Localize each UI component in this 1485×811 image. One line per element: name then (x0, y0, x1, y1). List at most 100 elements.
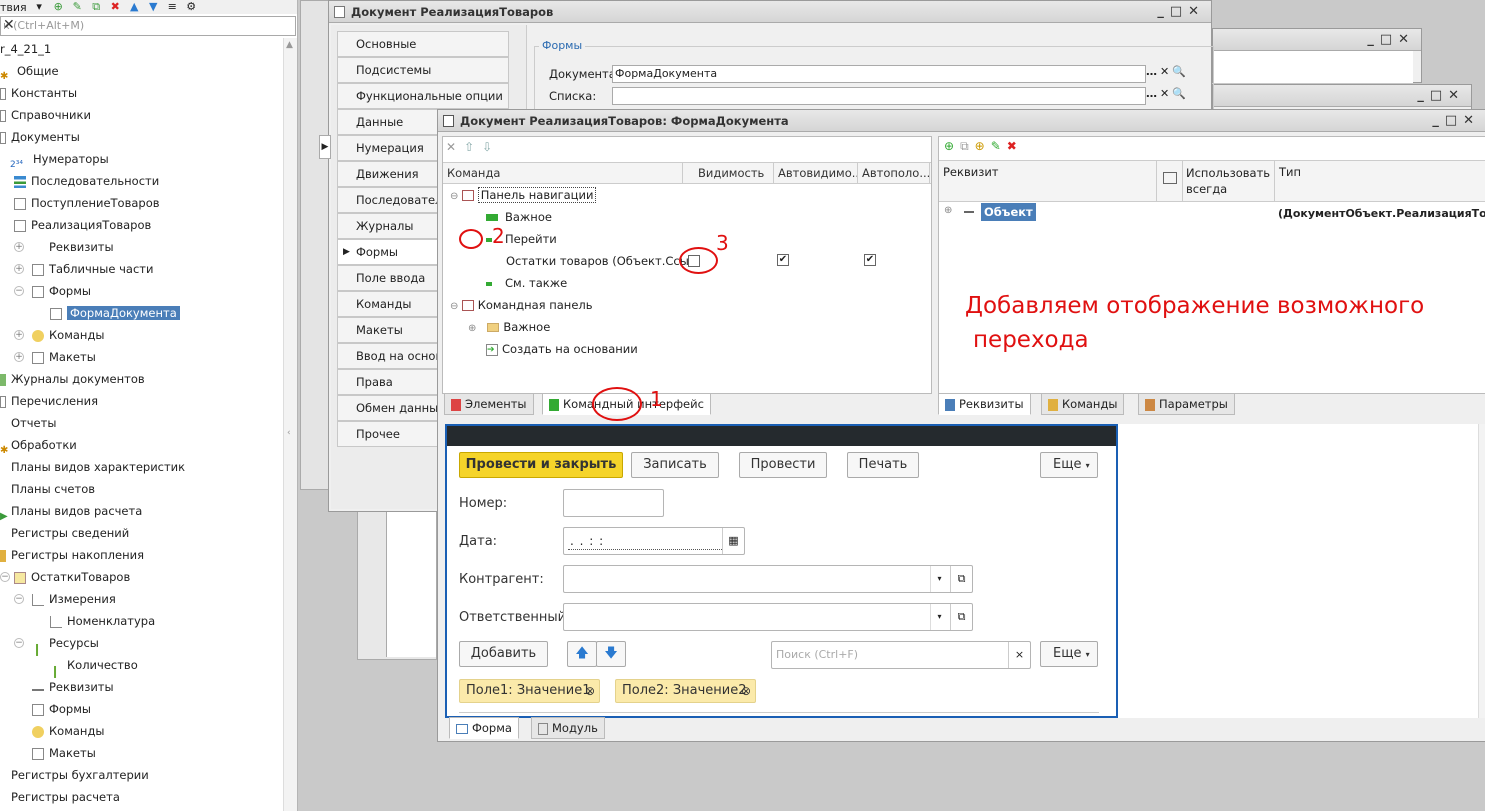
tree-item-forms[interactable]: − Формы (14, 280, 91, 302)
doc-form-input[interactable]: ФормаДокумента (612, 65, 1146, 83)
actions-menu[interactable]: твия (0, 1, 27, 14)
delete-icon[interactable]: ✖ (109, 1, 122, 13)
down-icon[interactable]: ⇩ (482, 140, 500, 154)
col-type[interactable]: Тип (1279, 165, 1301, 179)
tree-item-calc-types[interactable]: ▶ Планы видов расчета (0, 500, 142, 522)
tree-item-commands[interactable]: + Команды (14, 324, 104, 346)
tab-subsystems[interactable]: Подсистемы (337, 57, 509, 83)
tree-item-templates[interactable]: + Макеты (14, 346, 96, 368)
list-form-input[interactable] (612, 87, 1146, 105)
doc-form-buttons[interactable]: …✕🔍 (1146, 65, 1189, 78)
tree-item-common[interactable]: ✱ Общие (0, 60, 59, 82)
tree-item-reg-commands[interactable]: Команды (32, 720, 104, 742)
move-row-down-icon[interactable]: 🡇 (596, 641, 626, 667)
tree-item-enums[interactable]: Перечисления (0, 390, 98, 412)
tree-item-charts-accounts[interactable]: Планы счетов (0, 478, 95, 500)
tree-item-resources[interactable]: − ❙ Ресурсы (14, 632, 99, 656)
contractor-dropdown-icon[interactable]: ▾ (930, 566, 948, 592)
copy-icon[interactable]: ⧉ (90, 1, 103, 13)
autoposition-checkbox[interactable]: ✔ (864, 254, 876, 266)
calendar-icon[interactable]: ▦ (722, 528, 744, 554)
expand-object-icon[interactable]: ⊕ (944, 205, 952, 216)
tree-item-constants[interactable]: Константы (0, 82, 77, 104)
col-autoposition[interactable]: Автополо... (858, 162, 930, 184)
post-button[interactable]: Провести (739, 452, 827, 478)
remove-tag-icon[interactable]: ⊗ (585, 680, 595, 702)
form-window-controls[interactable]: _□✕ (1432, 110, 1480, 131)
tree-item-documents[interactable]: Документы (0, 126, 80, 148)
print-button[interactable]: Печать (847, 452, 919, 478)
tab-main[interactable]: Основные (337, 31, 509, 57)
list-form-buttons[interactable]: …✕🔍 (1146, 87, 1189, 100)
responsible-dropdown-icon[interactable]: ▾ (930, 604, 948, 630)
config-scrollbar[interactable]: ▲ ‹ (283, 38, 297, 811)
tree-item-info-registers[interactable]: Регистры сведений (0, 522, 129, 544)
cmd-important-2[interactable]: ⊕ Важное (468, 316, 550, 338)
tree-item-nomenclature[interactable]: Номенклатура (50, 610, 155, 632)
number-input[interactable] (563, 489, 664, 517)
tree-item-root[interactable]: r_4_21_1 (0, 38, 51, 60)
cmd-command-panel[interactable]: ⊖ Командная панель (450, 294, 593, 316)
cmd-stock-balances[interactable]: Остатки товаров (Объект.Ссы... (506, 250, 700, 272)
autovisibility-checkbox[interactable]: ✔ (777, 254, 789, 266)
contractor-open-icon[interactable]: ⧉ (950, 566, 972, 592)
tree-item-stock-register[interactable]: − ОстаткиТоваров (0, 566, 130, 588)
sort-icon[interactable]: ≡ (166, 1, 179, 13)
tree-item-tabular-parts[interactable]: + Табличные части (14, 258, 153, 280)
tab-module[interactable]: Модуль (531, 717, 605, 739)
delete-icon[interactable]: ✕ (446, 140, 464, 154)
add-attribute-icon[interactable]: ⊕ (944, 139, 960, 153)
add-sub-icon[interactable]: ⊕ (975, 139, 991, 153)
filter-tag-2[interactable]: Поле2: Значение2 ⊗ (615, 679, 756, 703)
dropdown-icon[interactable]: ▾ (33, 1, 46, 13)
cmd-create-based[interactable]: ➔ Создать на основании (486, 338, 638, 360)
responsible-input[interactable]: ▾ ⧉ (563, 603, 973, 631)
add-row-button[interactable]: Добавить (459, 641, 548, 667)
tab-form[interactable]: Форма (449, 717, 519, 739)
filter-tag-1[interactable]: Поле1: Значение1 ⊗ (459, 679, 600, 703)
up-icon[interactable]: ⇧ (464, 140, 482, 154)
delete-attribute-icon[interactable]: ✖ (1007, 139, 1023, 153)
col-autovisibility[interactable]: Автовидимо... (774, 162, 858, 184)
object-attribute[interactable]: Объект (981, 203, 1036, 221)
tree-item-attributes[interactable]: + Реквизиты (14, 236, 114, 258)
tab-elements[interactable]: Элементы (444, 393, 534, 415)
tree-item-reg-templates[interactable]: Макеты (32, 742, 96, 764)
tree-item-reg-forms[interactable]: Формы (32, 698, 91, 720)
tree-item-processings[interactable]: ✱ Обработки (0, 434, 77, 456)
tree-item-accum-registers[interactable]: Регистры накопления (0, 544, 144, 566)
tree-item-reg-attributes[interactable]: Реквизиты (32, 676, 114, 698)
window-controls[interactable]: _□✕ (1157, 1, 1205, 22)
cmd-nav-panel[interactable]: ⊖ Панель навигации (450, 184, 597, 206)
tree-item-document-form[interactable]: ФормаДокумента (50, 302, 180, 324)
tab-functional-options[interactable]: Функциональные опции (337, 83, 509, 109)
date-input[interactable]: . . : : ▦ (563, 527, 745, 555)
tree-item-catalogs[interactable]: Справочники (0, 104, 91, 126)
expand-arrow-icon[interactable]: ▶ (319, 135, 331, 159)
table-search-input[interactable]: Поиск (Ctrl+F) × (771, 641, 1031, 669)
table-more-button[interactable]: Еще ▾ (1040, 641, 1098, 667)
filter-icon[interactable]: ⚙ (185, 1, 198, 13)
col-use-always[interactable]: Использовать всегда (1186, 165, 1276, 197)
tree-item-numerators[interactable]: 2³⁴ Нумераторы (10, 148, 109, 170)
move-row-up-icon[interactable]: 🡅 (567, 641, 597, 667)
copy-attribute-icon[interactable]: ⧉ (960, 139, 975, 153)
preview-scrollbar[interactable] (1478, 424, 1485, 718)
tree-item-quantity[interactable]: ❙ Количество (50, 654, 138, 678)
tree-item-receipt-goods[interactable]: ПоступлениеТоваров (14, 192, 160, 214)
responsible-open-icon[interactable]: ⧉ (950, 604, 972, 630)
tab-parameters[interactable]: Параметры (1138, 393, 1235, 415)
tree-item-journals[interactable]: Журналы документов (0, 368, 145, 390)
tree-item-reports[interactable]: Отчеты (0, 412, 56, 434)
edit-attribute-icon[interactable]: ✎ (991, 139, 1007, 153)
edit-icon[interactable]: ✎ (71, 1, 84, 13)
post-and-close-button[interactable]: Провести и закрыть (459, 452, 623, 478)
tree-item-sale-goods[interactable]: РеализацияТоваров (14, 214, 151, 236)
col-attribute[interactable]: Реквизит (943, 165, 999, 179)
tree-item-char-types[interactable]: Планы видов характеристик (0, 456, 185, 478)
col-command[interactable]: Команда (443, 162, 683, 184)
clear-search-icon[interactable]: ✕ (3, 17, 293, 33)
contractor-input[interactable]: ▾ ⧉ (563, 565, 973, 593)
tree-item-calc-registers[interactable]: Регистры расчета (0, 786, 120, 808)
clear-table-search-icon[interactable]: × (1008, 642, 1030, 668)
